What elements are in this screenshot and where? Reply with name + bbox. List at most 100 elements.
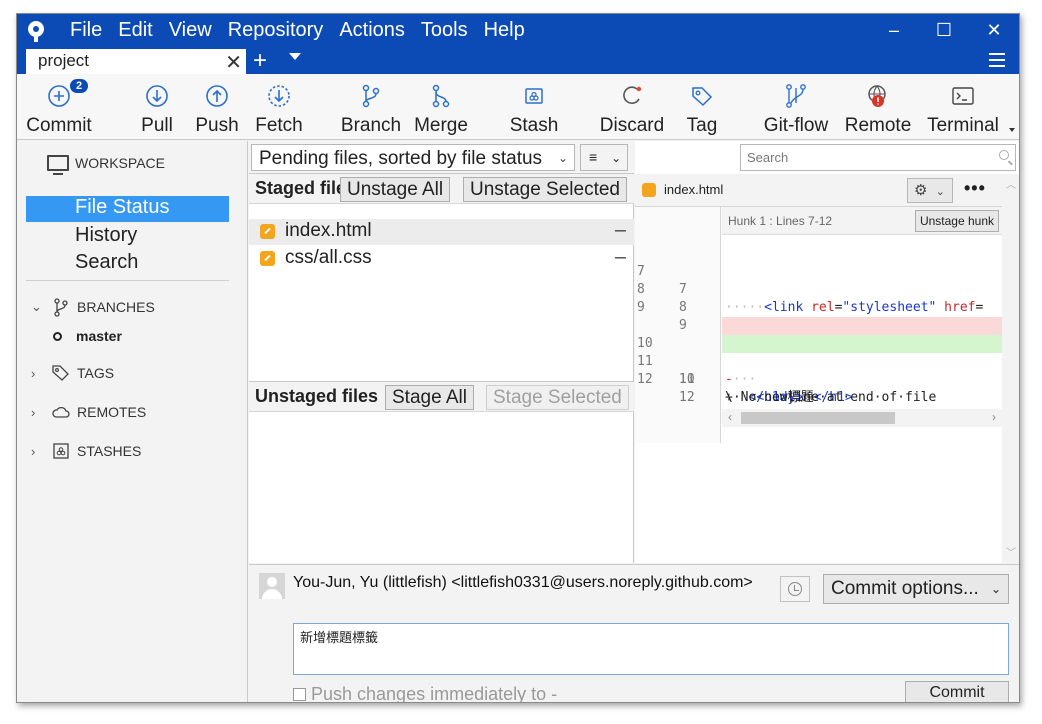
close-window-button[interactable]: ✕ [969,20,1019,41]
diff-settings-button[interactable]: ⚙ ⌄ [907,178,953,203]
menu-actions[interactable]: Actions [331,19,413,42]
more-options-icon[interactable]: ••• [964,178,986,199]
sort-dropdown[interactable]: Pending files, sorted by file status ⌄ [251,144,575,171]
unstage-file-button[interactable]: – [615,246,626,269]
diff-line-added: 10 +···<h1>標題</h1> [635,317,1002,405]
horizontal-scrollbar[interactable]: ‹ › [722,409,1002,427]
toolbar-overflow-icon[interactable] [1009,128,1015,132]
commit-submit-button[interactable]: Commit [905,681,1009,702]
push-immediately-checkbox[interactable]: Push changes immediately to - [293,684,557,702]
unstage-file-button[interactable]: – [615,219,626,242]
scroll-left-icon[interactable]: ‹ [728,410,732,424]
maximize-button[interactable]: ☐ [919,20,969,41]
unstaged-files-title: Unstaged files [255,386,379,406]
file-status-panel: Pending files, sorted by file status ⌄ ≡… [249,141,634,563]
staged-file-row[interactable]: css/all.css – [249,246,634,272]
tab-dropdown-icon[interactable] [289,53,301,60]
commit-options-dropdown[interactable]: Commit options... ⌄ [823,574,1009,604]
tab-project[interactable]: project ✕ [26,49,246,74]
staged-files-title: Staged files [255,178,341,198]
menu-edit[interactable]: Edit [110,19,160,42]
diff-line: 8 8 ···</head> [635,263,1002,333]
stage-selected-button[interactable]: Stage Selected [486,385,629,410]
merge-button[interactable]: Merge [411,74,471,140]
menu-repository[interactable]: Repository [220,19,332,42]
view-options-dropdown[interactable]: ≡ ⌄ [580,144,628,171]
remote-button[interactable]: Remote [843,74,913,140]
fetch-label: Fetch [255,115,303,136]
hamburger-menu-icon[interactable] [989,53,1005,71]
tab-bar: project ✕ + [17,47,1019,74]
search-input[interactable]: Search [740,144,1016,171]
gitflow-label: Git-flow [763,115,829,136]
scrollbar-thumb[interactable] [741,412,895,424]
branches-section[interactable]: ⌄ BRANCHES [31,297,155,317]
menu-view[interactable]: View [161,19,220,42]
branch-item-master[interactable]: master [53,328,122,344]
unstage-selected-button[interactable]: Unstage Selected [463,177,627,202]
sidebar-item-search[interactable]: Search [26,251,229,277]
tags-section[interactable]: › TAGS [31,363,114,383]
terminal-button[interactable]: Terminal [923,74,1003,140]
clock-icon [788,582,802,596]
scroll-down-icon[interactable]: ﹀ [1006,544,1016,559]
diff-line: 11 11 ···</body> [635,335,1002,405]
hunk-header: Hunk 1 : Lines 7-12 Unstage hunk [722,207,1002,235]
vertical-scrollbar[interactable]: ︿ ﹀ [1002,174,1019,563]
remote-icon [868,85,886,107]
close-tab-icon[interactable]: ✕ [225,50,242,75]
gear-icon: ⚙ [914,182,928,199]
sidebar-item-file-status[interactable]: File Status [26,196,229,222]
commit-history-button[interactable] [780,576,810,602]
add-tab-icon[interactable]: + [253,47,267,75]
tag-icon [52,365,69,381]
fetch-button[interactable]: Fetch [253,74,305,140]
remotes-title: REMOTES [77,404,147,420]
chevron-down-icon: ⌄ [935,186,945,198]
commit-area: You-Jun, Yu (littlefish) <littlefish0331… [249,564,1019,702]
filter-bar: Pending files, sorted by file status ⌄ ≡… [249,141,634,173]
fetch-icon [268,85,290,107]
stashes-title: STASHES [77,443,142,459]
minimize-button[interactable]: – [869,20,919,41]
menu-file[interactable]: File [62,19,110,42]
unstage-hunk-button[interactable]: Unstage hunk [914,210,999,232]
pull-label: Pull [141,115,173,136]
push-button[interactable]: Push [193,74,241,140]
remotes-section[interactable]: › REMOTES [31,402,146,422]
gitflow-button[interactable]: Git-flow [759,74,833,140]
merge-label: Merge [414,115,468,136]
diff-line: 12 12 ···</html> [635,353,1002,423]
checkbox-box[interactable] [293,688,306,701]
search-icon [999,150,1009,160]
menu-help[interactable]: Help [476,19,533,42]
sidebar-item-history[interactable]: History [26,224,229,250]
file-name: index.html [285,220,372,241]
branch-button[interactable]: Branch [339,74,403,140]
scroll-up-icon[interactable]: ︿ [1006,176,1016,191]
stash-button[interactable]: Stash [507,74,561,140]
current-branch-icon [53,331,62,341]
diff-header: index.html ⚙ ⌄ ••• [635,174,1019,207]
menu-tools[interactable]: Tools [413,19,476,42]
tag-icon [692,87,713,107]
stage-all-button[interactable]: Stage All [385,385,474,410]
list-view-icon: ≡ [589,149,598,165]
file-name: css/all.css [285,247,372,268]
commit-button[interactable]: 2 Commit [21,74,97,140]
chevron-right-icon: › [31,404,36,420]
tag-button[interactable]: Tag [681,74,723,140]
modified-file-icon [260,251,275,266]
sort-dropdown-label: Pending files, sorted by file status [259,148,543,169]
diff-line-no-newline: \·No·newline·at·end·of·file [635,371,1002,405]
stashes-section[interactable]: › STASHES [31,441,141,461]
unstage-all-button[interactable]: Unstage All [340,177,451,202]
gitflow-icon [786,84,806,108]
chevron-right-icon: › [31,443,36,459]
commit-message-input[interactable]: 新增標題標籤 [293,623,1009,675]
pull-button[interactable]: Pull [133,74,181,140]
scroll-right-icon[interactable]: › [992,410,996,424]
discard-button[interactable]: Discard [597,74,667,140]
diff-file-name: index.html [664,182,724,197]
staged-file-row[interactable]: index.html – [249,219,634,245]
